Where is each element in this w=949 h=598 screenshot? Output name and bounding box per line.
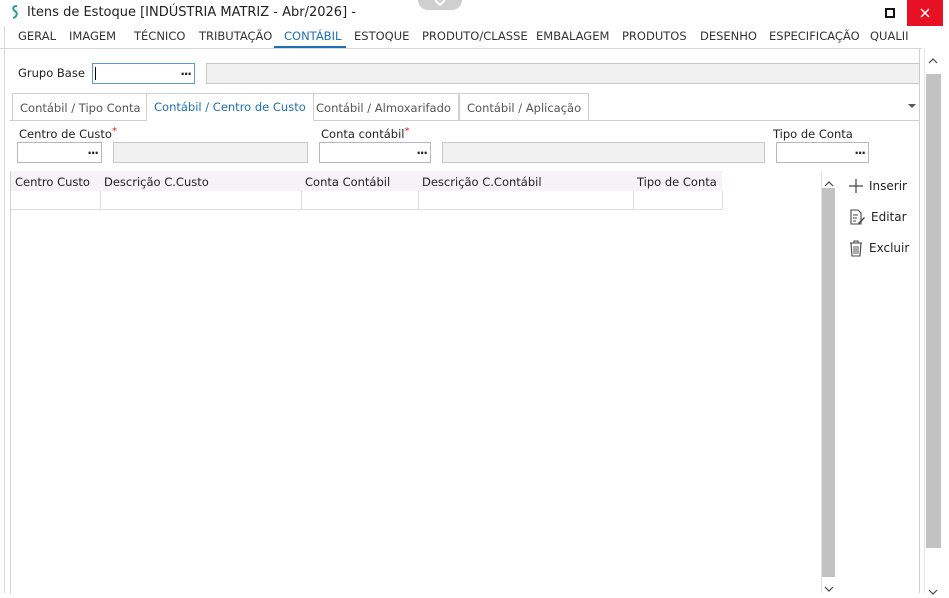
- tab-desenho[interactable]: DESENHO: [700, 29, 757, 43]
- insert-button[interactable]: Inserir: [848, 176, 907, 196]
- tab-qualidade[interactable]: QUALII: [870, 29, 908, 43]
- centro-custo-input[interactable]: ···: [17, 142, 102, 163]
- grid-scrollbar-thumb[interactable]: [822, 188, 835, 577]
- table-row[interactable]: [11, 191, 722, 210]
- subtab-tipo-conta[interactable]: Contábil / Tipo Conta: [12, 93, 149, 120]
- required-marker: *: [111, 126, 117, 137]
- cell-divider: [633, 191, 634, 209]
- tab-especificacao[interactable]: ESPECIFICAÇÃO: [769, 29, 860, 43]
- edit-button[interactable]: Editar: [848, 207, 907, 227]
- grid-container: [10, 171, 822, 593]
- tab-imagem[interactable]: IMAGEM: [69, 29, 116, 43]
- chevron-down-icon: [434, 0, 446, 7]
- grupo-base-description: [206, 63, 920, 84]
- cell-divider: [418, 191, 419, 209]
- collapse-handle[interactable]: [418, 0, 462, 10]
- cell-divider: [722, 191, 723, 209]
- delete-button-label: Excluir: [869, 241, 910, 255]
- lookup-ellipsis-icon[interactable]: ···: [416, 146, 428, 160]
- trash-icon: [850, 240, 862, 257]
- column-header-descricao-ccontabil[interactable]: Descrição C.Contábil: [422, 175, 542, 189]
- centro-custo-description: [113, 142, 308, 163]
- grid-scroll-up-icon[interactable]: [824, 176, 834, 190]
- overflow-dropdown-icon[interactable]: [908, 98, 916, 112]
- tipo-conta-label: Tipo de Conta: [773, 127, 853, 141]
- text-caret: [95, 67, 96, 80]
- maximize-button[interactable]: [872, 0, 908, 26]
- centro-custo-label: Centro de Custo*: [19, 126, 117, 141]
- centro-custo-label-text: Centro de Custo: [19, 127, 112, 141]
- lookup-ellipsis-icon[interactable]: ···: [854, 146, 866, 160]
- tab-geral[interactable]: GERAL: [18, 29, 56, 43]
- window-title: Itens de Estoque [INDÚSTRIA MATRIZ - Abr…: [27, 5, 356, 20]
- plus-icon: [849, 179, 863, 193]
- column-header-centro-custo[interactable]: Centro Custo: [15, 175, 90, 189]
- tab-contabil[interactable]: CONTÁBIL: [284, 29, 341, 43]
- lookup-ellipsis-icon[interactable]: ···: [87, 146, 99, 160]
- column-header-descricao-ccusto[interactable]: Descrição C.Custo: [104, 175, 209, 189]
- grupo-base-label: Grupo Base: [18, 66, 85, 80]
- active-tab-indicator: [274, 46, 346, 48]
- delete-button[interactable]: Excluir: [848, 238, 909, 258]
- edit-document-icon: [850, 209, 865, 225]
- tab-tecnico[interactable]: TÉCNICO: [134, 29, 185, 43]
- page-scrollbar-thumb[interactable]: [926, 74, 941, 548]
- tab-produtos[interactable]: PRODUTOS: [622, 29, 687, 43]
- conta-contabil-description: [442, 142, 765, 163]
- maximize-icon: [885, 8, 895, 18]
- column-header-conta-contabil[interactable]: Conta Contábil: [305, 175, 390, 189]
- conta-contabil-label-text: Conta contábil: [321, 127, 405, 141]
- edit-button-label: Editar: [871, 210, 907, 224]
- scroll-down-icon[interactable]: [928, 584, 938, 598]
- scroll-up-icon[interactable]: [928, 53, 938, 67]
- tab-estoque[interactable]: ESTOQUE: [354, 29, 409, 43]
- conta-contabil-label: Conta contábil*: [321, 126, 410, 141]
- required-marker: *: [404, 126, 410, 137]
- app-logo-icon: [10, 4, 20, 20]
- lookup-ellipsis-icon[interactable]: ···: [180, 67, 192, 81]
- cell-divider: [301, 191, 302, 209]
- subtab-aplicacao[interactable]: Contábil / Aplicação: [459, 93, 590, 120]
- content-border: [919, 48, 920, 593]
- tipo-conta-input[interactable]: ···: [776, 142, 869, 163]
- close-button[interactable]: [907, 0, 943, 26]
- subtab-almoxarifado[interactable]: Contábil / Almoxarifado: [308, 93, 459, 120]
- close-icon: [920, 8, 930, 18]
- insert-button-label: Inserir: [869, 179, 907, 193]
- conta-contabil-input[interactable]: ···: [319, 142, 431, 163]
- column-header-tipo-conta[interactable]: Tipo de Conta: [637, 175, 717, 189]
- grupo-base-input[interactable]: ···: [92, 63, 195, 84]
- tab-produto-classe[interactable]: PRODUTO/CLASSE: [422, 29, 528, 43]
- tab-tributacao[interactable]: TRIBUTAÇÃO: [199, 29, 272, 43]
- frame-border: [4, 26, 5, 593]
- cell-divider: [100, 191, 101, 209]
- tab-embalagem[interactable]: EMBALAGEM: [536, 29, 609, 43]
- subtab-centro-custo[interactable]: Contábil / Centro de Custo: [146, 93, 314, 121]
